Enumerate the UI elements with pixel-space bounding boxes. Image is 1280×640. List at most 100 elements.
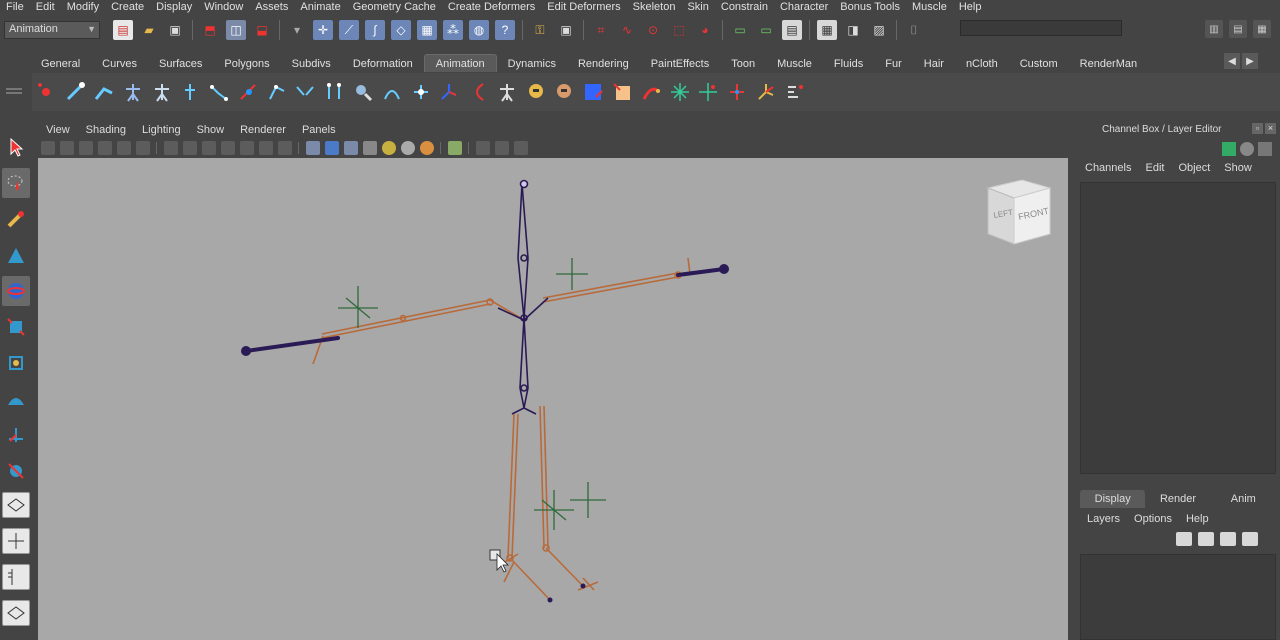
- image-plane-icon[interactable]: [116, 141, 131, 155]
- save-scene-icon[interactable]: ▣: [165, 20, 185, 40]
- left-foot-joint[interactable]: [547, 597, 553, 603]
- orient-constraint-icon[interactable]: [466, 80, 490, 104]
- locator-right-arm[interactable]: [556, 258, 588, 290]
- film-gate-icon[interactable]: [182, 141, 197, 155]
- construction-history-icon[interactable]: ▤: [782, 20, 802, 40]
- field-chart-icon[interactable]: [239, 141, 254, 155]
- two-d-pan-icon[interactable]: [135, 141, 150, 155]
- panel-menu-panels[interactable]: Panels: [294, 124, 344, 136]
- pick-joints-icon[interactable]: ⟋: [339, 20, 359, 40]
- blend-shape-icon[interactable]: [524, 80, 548, 104]
- joint-tool-icon[interactable]: [63, 80, 87, 104]
- lock-selection-icon[interactable]: ⚿: [530, 20, 550, 40]
- grid-icon[interactable]: [163, 141, 178, 155]
- high-quality-icon[interactable]: [419, 141, 434, 155]
- persp-graph-layout-icon[interactable]: [2, 600, 30, 626]
- orient-joint-icon[interactable]: [322, 80, 346, 104]
- shelf-tab-custom[interactable]: Custom: [1009, 55, 1069, 72]
- menu-bonus-tools[interactable]: Bonus Tools: [834, 0, 906, 14]
- menu-help[interactable]: Help: [953, 0, 988, 14]
- wireframe-icon[interactable]: [305, 141, 320, 155]
- right-hand-joints[interactable]: [676, 264, 729, 277]
- safe-title-icon[interactable]: [277, 141, 292, 155]
- pick-surfaces-icon[interactable]: ◇: [391, 20, 411, 40]
- select-camera-icon[interactable]: [40, 141, 55, 155]
- shelf-tab-general[interactable]: General: [30, 55, 91, 72]
- move-layer-up-icon[interactable]: [1176, 532, 1192, 546]
- channel-menu-object[interactable]: Object: [1171, 162, 1217, 180]
- locator-constraint-icon[interactable]: [696, 80, 720, 104]
- pick-deformations-icon[interactable]: ▦: [417, 20, 437, 40]
- left-hand-joints[interactable]: [241, 336, 340, 356]
- menu-set-dropdown[interactable]: Animation ▼: [4, 21, 100, 39]
- camera-attributes-icon[interactable]: [78, 141, 93, 155]
- point-constraint-icon[interactable]: [409, 80, 433, 104]
- left-arm-bones[interactable]: [312, 298, 525, 365]
- four-view-layout-icon[interactable]: [2, 528, 30, 554]
- shelf-tab-renderman[interactable]: RenderMan: [1069, 55, 1148, 72]
- snap-point-icon[interactable]: ⊙: [643, 20, 663, 40]
- pick-dynamics-icon[interactable]: ⁂: [443, 20, 463, 40]
- textured-icon[interactable]: [362, 141, 377, 155]
- soft-modification-icon[interactable]: [2, 384, 30, 414]
- input-mode-icon[interactable]: ⌷: [904, 20, 924, 40]
- panel-menu-lighting[interactable]: Lighting: [134, 124, 189, 136]
- locator-foot-a[interactable]: [534, 490, 574, 530]
- layer-menu-help[interactable]: Help: [1179, 510, 1216, 528]
- xray-icon[interactable]: [475, 141, 490, 155]
- menu-skeleton[interactable]: Skeleton: [627, 0, 682, 14]
- shelf-tab-deformation[interactable]: Deformation: [342, 55, 424, 72]
- locator-foot-b[interactable]: [570, 482, 606, 518]
- menu-skin[interactable]: Skin: [681, 0, 714, 14]
- menu-character[interactable]: Character: [774, 0, 834, 14]
- output-history-icon[interactable]: ▭: [756, 20, 776, 40]
- shelf-tab-ncloth[interactable]: nCloth: [955, 55, 1009, 72]
- select-component-icon[interactable]: ⬓: [252, 20, 272, 40]
- layer-menu-layers[interactable]: Layers: [1080, 510, 1127, 528]
- xray-active-components-icon[interactable]: [494, 141, 509, 155]
- menu-create-deformers[interactable]: Create Deformers: [442, 0, 541, 14]
- ipr-render-icon[interactable]: ◨: [843, 20, 863, 40]
- spine-joints[interactable]: [497, 179, 549, 415]
- joint-chain-icon[interactable]: [265, 80, 289, 104]
- shelf-tab-curves[interactable]: Curves: [91, 55, 148, 72]
- locator-left-arm[interactable]: [338, 286, 378, 328]
- last-tool-used-icon[interactable]: [2, 456, 30, 486]
- single-perspective-layout-icon[interactable]: [2, 492, 30, 518]
- paint-weights-icon[interactable]: [351, 80, 375, 104]
- right-leg-bones[interactable]: [539, 405, 599, 591]
- channel-box-area[interactable]: [1080, 182, 1276, 474]
- use-all-lights-icon[interactable]: [381, 141, 396, 155]
- shelf-tab-muscle[interactable]: Muscle: [766, 55, 823, 72]
- snap-curve-icon[interactable]: ∿: [617, 20, 637, 40]
- tool-settings-toggle-icon[interactable]: ▤: [1229, 20, 1247, 38]
- resolution-gate-icon[interactable]: [201, 141, 216, 155]
- safe-action-icon[interactable]: [258, 141, 273, 155]
- highlight-selection-icon[interactable]: ▣: [556, 20, 576, 40]
- menu-muscle[interactable]: Muscle: [906, 0, 953, 14]
- shelf-tab-polygons[interactable]: Polygons: [213, 55, 280, 72]
- lasso-tool-icon[interactable]: [2, 168, 30, 198]
- layer-tab-render[interactable]: Render: [1145, 490, 1210, 508]
- show-manipulator-icon[interactable]: [2, 420, 30, 450]
- mirror-joint-icon[interactable]: [293, 80, 317, 104]
- aim-constraint-icon[interactable]: [437, 80, 461, 104]
- menu-file[interactable]: File: [0, 0, 30, 14]
- pick-misc-icon[interactable]: ?: [495, 20, 515, 40]
- script-tool-icon[interactable]: [783, 80, 807, 104]
- menu-window[interactable]: Window: [198, 0, 249, 14]
- filter-icon[interactable]: ▾: [287, 20, 307, 40]
- close-icon[interactable]: ×: [1265, 123, 1276, 134]
- quick-select-field[interactable]: [960, 20, 1122, 36]
- lock-camera-icon[interactable]: [59, 141, 74, 155]
- layer-tab-display[interactable]: Display: [1080, 490, 1146, 508]
- locator-icon[interactable]: [668, 80, 692, 104]
- channel-menu-channels[interactable]: Channels: [1078, 162, 1138, 180]
- menu-assets[interactable]: Assets: [249, 0, 294, 14]
- new-scene-icon[interactable]: ▤: [113, 20, 133, 40]
- bind-skin-icon[interactable]: [207, 80, 231, 104]
- xray-joints-icon[interactable]: [513, 141, 528, 155]
- shelf-scroll-right-icon[interactable]: ▶: [1242, 53, 1258, 69]
- bookmark-icon[interactable]: [97, 141, 112, 155]
- shelf-tab-fur[interactable]: Fur: [874, 55, 913, 72]
